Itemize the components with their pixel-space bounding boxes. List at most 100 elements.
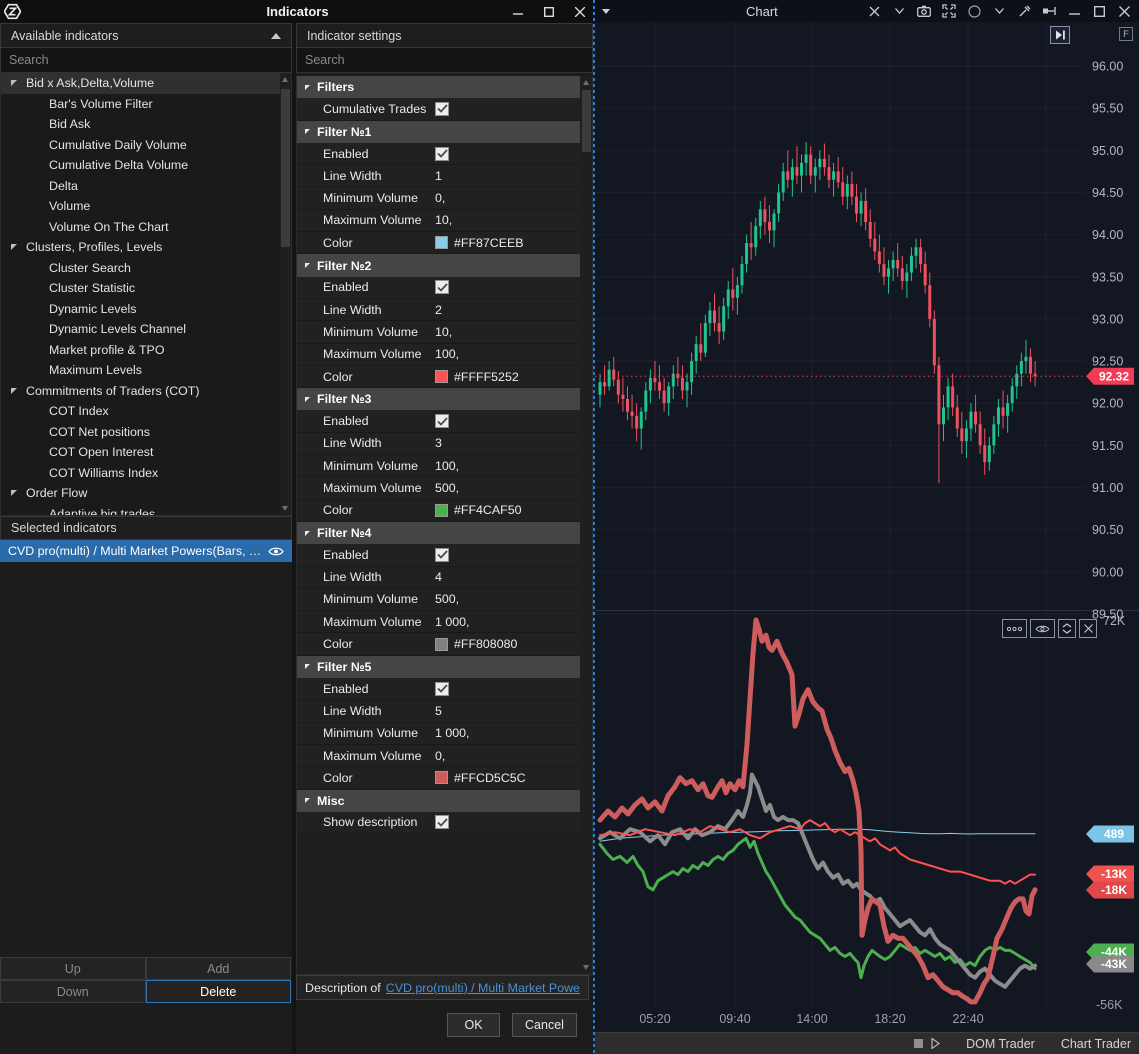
expander-icon[interactable] xyxy=(305,129,310,134)
tree-group[interactable]: Clusters, Profiles, Levels xyxy=(1,237,291,258)
go-to-end-icon[interactable] xyxy=(1050,26,1070,44)
chart-canvas[interactable]: 96.0095.5095.0094.5094.0093.5093.0092.50… xyxy=(595,22,1139,1032)
setting-value[interactable]: #FF87CEEB xyxy=(435,236,580,250)
setting-text-value[interactable]: 10, xyxy=(435,213,452,227)
checkbox[interactable] xyxy=(435,414,449,428)
settings-section-header[interactable]: Filter №2 xyxy=(297,254,580,276)
setting-value[interactable]: 500, xyxy=(435,481,580,495)
setting-value[interactable]: 0, xyxy=(435,749,580,763)
scroll-down-icon[interactable] xyxy=(282,506,288,511)
pin-icon[interactable] xyxy=(1041,3,1057,19)
tree-item[interactable]: Maximum Levels xyxy=(1,360,291,381)
tree-scrollbar[interactable] xyxy=(280,73,291,515)
down-button[interactable]: Down xyxy=(0,980,146,1003)
pane-collapse-icon[interactable] xyxy=(1058,619,1076,638)
color-swatch[interactable] xyxy=(435,236,448,249)
expander-icon[interactable] xyxy=(305,263,310,268)
setting-value[interactable] xyxy=(435,682,580,696)
tree-group[interactable]: Bid x Ask,Delta,Volume xyxy=(1,73,291,94)
settings-section-header[interactable]: Filters xyxy=(297,76,580,98)
dom-trader-tab[interactable]: DOM Trader xyxy=(966,1037,1035,1051)
setting-text-value[interactable]: 0, xyxy=(435,191,445,205)
setting-value[interactable]: #FFCD5C5C xyxy=(435,771,580,785)
setting-value[interactable]: 100, xyxy=(435,347,580,361)
setting-value[interactable]: 1 000, xyxy=(435,726,580,740)
close-icon[interactable] xyxy=(1116,3,1132,19)
minimize-icon[interactable] xyxy=(502,0,533,23)
setting-value[interactable] xyxy=(435,102,580,116)
setting-text-value[interactable]: 1 xyxy=(435,169,442,183)
minimize-icon[interactable] xyxy=(1066,3,1082,19)
setting-text-value[interactable]: 3 xyxy=(435,436,442,450)
settings-search-input[interactable]: Search xyxy=(296,48,593,73)
tree-item[interactable]: Bar's Volume Filter xyxy=(1,94,291,115)
ok-button[interactable]: OK xyxy=(447,1013,500,1037)
tree-item[interactable]: Volume xyxy=(1,196,291,217)
settings-section-header[interactable]: Filter №3 xyxy=(297,388,580,410)
setting-value[interactable]: 100, xyxy=(435,459,580,473)
checkbox[interactable] xyxy=(435,147,449,161)
expander-icon[interactable] xyxy=(305,664,310,669)
collapse-up-icon[interactable] xyxy=(271,33,281,39)
setting-text-value[interactable]: 4 xyxy=(435,570,442,584)
up-button[interactable]: Up xyxy=(0,957,146,980)
expander-icon[interactable] xyxy=(305,798,310,803)
settings-section-header[interactable]: Filter №4 xyxy=(297,522,580,544)
tree-item[interactable]: Delta xyxy=(1,176,291,197)
setting-value[interactable]: 0, xyxy=(435,191,580,205)
chevron-down-icon[interactable] xyxy=(891,3,907,19)
setting-text-value[interactable]: 5 xyxy=(435,704,442,718)
setting-text-value[interactable]: 1 000, xyxy=(435,726,469,740)
cancel-button[interactable]: Cancel xyxy=(512,1013,577,1037)
tree-group[interactable]: Order Flow xyxy=(1,483,291,504)
expander-icon[interactable] xyxy=(11,388,17,394)
play-icon[interactable] xyxy=(931,1038,940,1049)
scroll-down-icon[interactable] xyxy=(583,965,589,970)
setting-value[interactable] xyxy=(435,414,580,428)
setting-value[interactable] xyxy=(435,280,580,294)
available-search-input[interactable]: Search xyxy=(0,48,292,73)
pane-visibility-icon[interactable] xyxy=(1030,619,1055,638)
setting-value[interactable]: 5 xyxy=(435,704,580,718)
chart-body[interactable]: 96.0095.5095.0094.5094.0093.5093.0092.50… xyxy=(595,22,1139,1032)
tree-item[interactable]: Cluster Statistic xyxy=(1,278,291,299)
maximize-icon[interactable] xyxy=(1091,3,1107,19)
setting-value[interactable] xyxy=(435,147,580,161)
setting-text-value[interactable]: 500, xyxy=(435,592,459,606)
tree-item[interactable]: COT Net positions xyxy=(1,422,291,443)
setting-value[interactable]: #FF808080 xyxy=(435,637,580,651)
expander-icon[interactable] xyxy=(11,244,17,250)
available-header[interactable]: Available indicators xyxy=(0,23,292,48)
remove-drawings-icon[interactable] xyxy=(866,3,882,19)
expander-icon[interactable] xyxy=(305,85,310,90)
checkbox[interactable] xyxy=(435,280,449,294)
tree-item[interactable]: Cumulative Daily Volume xyxy=(1,135,291,156)
setting-text-value[interactable]: 10, xyxy=(435,325,452,339)
fullscreen-icon[interactable] xyxy=(941,3,957,19)
description-link[interactable]: CVD pro(multi) / Multi Market Powers xyxy=(386,981,580,995)
setting-text-value[interactable]: 500, xyxy=(435,481,459,495)
tree-item[interactable]: Dynamic Levels xyxy=(1,299,291,320)
expander-icon[interactable] xyxy=(11,490,17,496)
tree-item[interactable]: COT Index xyxy=(1,401,291,422)
settings-section-header[interactable]: Filter №5 xyxy=(297,656,580,678)
setting-value[interactable]: 1 xyxy=(435,169,580,183)
checkbox[interactable] xyxy=(435,102,449,116)
pane-close-icon[interactable] xyxy=(1079,619,1097,638)
setting-value[interactable]: 10, xyxy=(435,325,580,339)
scroll-thumb[interactable] xyxy=(281,89,290,247)
eye-icon[interactable] xyxy=(268,546,284,557)
chevron-down-icon[interactable] xyxy=(991,3,1007,19)
setting-text-value[interactable]: 1 000, xyxy=(435,615,469,629)
scroll-thumb[interactable] xyxy=(582,90,591,152)
setting-value[interactable] xyxy=(435,548,580,562)
close-icon[interactable] xyxy=(564,0,595,23)
tools-icon[interactable] xyxy=(1016,3,1032,19)
setting-text-value[interactable]: 100, xyxy=(435,347,459,361)
scroll-up-icon[interactable] xyxy=(583,80,589,85)
color-swatch[interactable] xyxy=(435,638,448,651)
expander-icon[interactable] xyxy=(305,531,310,536)
selected-indicator-row[interactable]: CVD pro(multi) / Multi Market Powers(Bar… xyxy=(0,540,292,562)
setting-value[interactable]: 1 000, xyxy=(435,615,580,629)
setting-value[interactable]: #FF4CAF50 xyxy=(435,503,580,517)
